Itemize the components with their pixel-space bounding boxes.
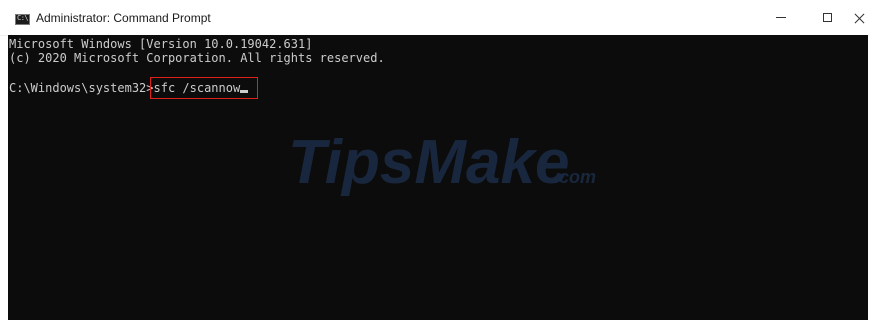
- prompt-path: C:\Windows\system32>: [9, 81, 154, 95]
- console-line-version: Microsoft Windows [Version 10.0.19042.63…: [9, 37, 313, 51]
- close-icon: [855, 13, 865, 23]
- maximize-icon: [822, 13, 832, 22]
- cmd-icon: C:\: [15, 14, 30, 25]
- tipsmake-watermark-logo: TipsMake .com: [288, 128, 596, 197]
- watermark-suffix: .com: [554, 167, 596, 187]
- window-title: Administrator: Command Prompt: [36, 11, 211, 25]
- command-highlight-box: [150, 77, 258, 99]
- console-output[interactable]: Microsoft Windows [Version 10.0.19042.63…: [8, 35, 868, 320]
- command-prompt-window: C:\ Administrator: Command Prompt Micros…: [0, 0, 870, 321]
- minimize-button[interactable]: [758, 0, 804, 35]
- maximize-button[interactable]: [804, 0, 850, 35]
- close-button[interactable]: [850, 0, 870, 35]
- minimize-icon: [776, 17, 786, 18]
- title-bar[interactable]: C:\ Administrator: Command Prompt: [0, 0, 870, 36]
- console-line-copyright: (c) 2020 Microsoft Corporation. All righ…: [9, 51, 385, 65]
- watermark-brand: TipsMake: [288, 128, 569, 197]
